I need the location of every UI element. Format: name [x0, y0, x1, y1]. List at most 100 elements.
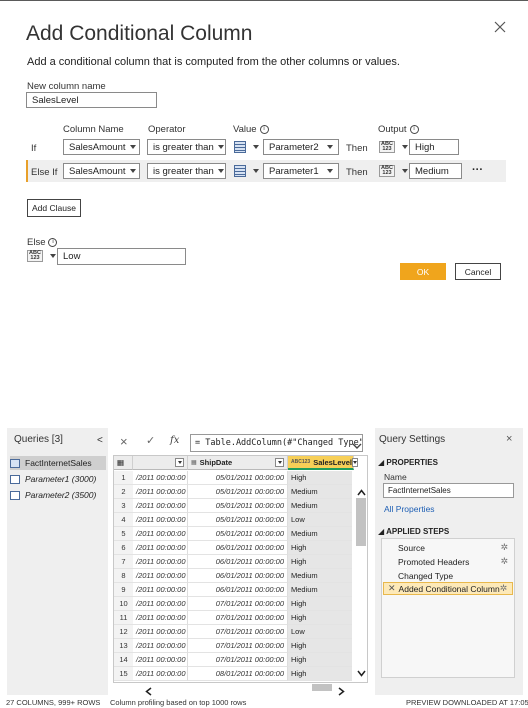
table-cell[interactable]: 06/01/2011 00:00:00 — [188, 555, 288, 569]
applied-step[interactable]: Source ✲ — [383, 541, 513, 554]
table-cell[interactable]: Medium — [288, 499, 352, 513]
clause-1-value-dropdown[interactable]: Parameter2 — [263, 139, 339, 155]
table-cell[interactable]: /2011 00:00:00 — [133, 639, 188, 653]
remove-step-icon[interactable]: ✕ — [388, 583, 396, 594]
table-cell[interactable]: 07/01/2011 00:00:00 — [188, 625, 288, 639]
table-cell[interactable]: /2011 00:00:00 — [133, 555, 188, 569]
clause-2-column-dropdown[interactable]: SalesAmount — [63, 163, 140, 179]
table-cell[interactable]: /2011 00:00:00 — [133, 667, 188, 681]
formula-input[interactable]: = Table.AddColumn(#"Changed Type", — [190, 434, 363, 452]
clause-1-output-input[interactable]: High — [409, 139, 459, 155]
column-header[interactable] — [133, 456, 188, 470]
grid-corner-menu-icon[interactable]: ▦ — [114, 456, 133, 470]
table-cell[interactable]: 07/01/2011 00:00:00 — [188, 639, 288, 653]
table-cell[interactable]: /2011 00:00:00 — [133, 527, 188, 541]
table-cell[interactable]: Medium — [288, 485, 352, 499]
else-output-input[interactable]: Low — [57, 248, 186, 265]
table-cell[interactable]: 05/01/2011 00:00:00 — [188, 471, 288, 485]
table-cell[interactable]: 07/01/2011 00:00:00 — [188, 597, 288, 611]
clause-2-output-type-dropdown[interactable]: ABC 123 — [379, 165, 408, 177]
table-cell[interactable]: 07/01/2011 00:00:00 — [188, 611, 288, 625]
table-cell[interactable]: 05/01/2011 00:00:00 — [188, 499, 288, 513]
table-row[interactable]: 4/2011 00:00:00 05/01/2011 00:00:00 Low — [114, 513, 367, 527]
table-cell[interactable]: /2011 00:00:00 — [133, 583, 188, 597]
table-cell[interactable]: /2011 00:00:00 — [133, 485, 188, 499]
table-row[interactable]: 2/2011 00:00:00 05/01/2011 00:00:00 Medium — [114, 485, 367, 499]
table-row[interactable]: 3/2011 00:00:00 05/01/2011 00:00:00 Medium — [114, 499, 367, 513]
clause-1-operator-dropdown[interactable]: is greater than — [147, 139, 226, 155]
filter-dropdown-icon[interactable] — [175, 458, 184, 467]
column-header[interactable]: ▦ ShipDate — [188, 456, 288, 470]
query-item[interactable]: Parameter1 (3000) — [10, 472, 106, 486]
ok-button[interactable]: OK — [400, 263, 446, 280]
properties-header[interactable]: ◢ PROPERTIES — [378, 458, 438, 467]
table-row[interactable]: 10/2011 00:00:00 07/01/2011 00:00:00 High — [114, 597, 367, 611]
status-profiling[interactable]: Column profiling based on top 1000 rows — [110, 698, 246, 707]
table-cell[interactable]: 07/01/2011 00:00:00 — [188, 653, 288, 667]
applied-step-selected[interactable]: ✕ Added Conditional Column ✲ — [383, 582, 513, 595]
table-cell[interactable]: /2011 00:00:00 — [133, 471, 188, 485]
table-cell[interactable]: High — [288, 611, 352, 625]
filter-dropdown-icon[interactable] — [275, 458, 284, 467]
table-row[interactable]: 14/2011 00:00:00 07/01/2011 00:00:00 High — [114, 653, 367, 667]
clause-2-operator-dropdown[interactable]: is greater than — [147, 163, 226, 179]
cancel-formula-icon[interactable]: × — [120, 434, 128, 449]
table-cell[interactable]: Medium — [288, 527, 352, 541]
table-row[interactable]: 7/2011 00:00:00 06/01/2011 00:00:00 High — [114, 555, 367, 569]
table-cell[interactable]: 08/01/2011 00:00:00 — [188, 667, 288, 681]
vertical-scrollbar-thumb[interactable] — [356, 498, 366, 546]
query-item[interactable]: FactInternetSales — [10, 456, 106, 470]
table-row[interactable]: 13/2011 00:00:00 07/01/2011 00:00:00 High — [114, 639, 367, 653]
table-cell[interactable]: High — [288, 555, 352, 569]
table-row[interactable]: 15/2011 00:00:00 08/01/2011 00:00:00 High — [114, 667, 367, 681]
table-cell[interactable]: /2011 00:00:00 — [133, 499, 188, 513]
column-header-selected[interactable]: ABC123 SalesLevel — [288, 456, 358, 470]
table-cell[interactable]: Medium — [288, 569, 352, 583]
table-cell[interactable]: /2011 00:00:00 — [133, 653, 188, 667]
table-cell[interactable]: 05/01/2011 00:00:00 — [188, 527, 288, 541]
table-cell[interactable]: /2011 00:00:00 — [133, 611, 188, 625]
table-cell[interactable]: High — [288, 597, 352, 611]
table-row[interactable]: 5/2011 00:00:00 05/01/2011 00:00:00 Medium — [114, 527, 367, 541]
applied-step[interactable]: Promoted Headers ✲ — [383, 555, 513, 568]
close-settings-icon[interactable]: × — [506, 433, 512, 445]
table-cell[interactable]: /2011 00:00:00 — [133, 513, 188, 527]
else-output-type-dropdown[interactable]: ABC 123 — [27, 250, 56, 262]
scroll-up-icon[interactable] — [357, 483, 366, 501]
table-row[interactable]: 9/2011 00:00:00 06/01/2011 00:00:00 Medium — [114, 583, 367, 597]
filter-dropdown-icon[interactable] — [351, 457, 358, 467]
new-column-name-input[interactable]: SalesLevel — [26, 92, 157, 108]
commit-formula-icon[interactable]: ✓ — [146, 434, 155, 447]
applied-step[interactable]: Changed Type — [383, 569, 513, 582]
expand-formula-icon[interactable] — [352, 437, 362, 455]
horizontal-scrollbar-thumb[interactable] — [312, 684, 332, 691]
table-cell[interactable]: High — [288, 471, 352, 485]
table-row[interactable]: 12/2011 00:00:00 07/01/2011 00:00:00 Low — [114, 625, 367, 639]
clause-1-output-type-dropdown[interactable]: ABC 123 — [379, 141, 408, 153]
clause-2-output-input[interactable]: Medium — [409, 163, 462, 179]
query-name-input[interactable]: FactInternetSales — [383, 483, 514, 498]
table-row[interactable]: 1/2011 00:00:00 05/01/2011 00:00:00 High — [114, 471, 367, 485]
cancel-button[interactable]: Cancel — [455, 263, 501, 280]
table-row[interactable]: 8/2011 00:00:00 06/01/2011 00:00:00 Medium — [114, 569, 367, 583]
table-cell[interactable]: /2011 00:00:00 — [133, 569, 188, 583]
table-cell[interactable]: High — [288, 541, 352, 555]
query-item[interactable]: Parameter2 (3500) — [10, 488, 106, 502]
scroll-down-icon[interactable] — [357, 664, 366, 682]
gear-icon[interactable]: ✲ — [500, 583, 508, 594]
clause-2-value-type-dropdown[interactable] — [234, 165, 259, 177]
table-row[interactable]: 11/2011 00:00:00 07/01/2011 00:00:00 High — [114, 611, 367, 625]
table-cell[interactable]: 06/01/2011 00:00:00 — [188, 583, 288, 597]
table-row[interactable]: 6/2011 00:00:00 06/01/2011 00:00:00 High — [114, 541, 367, 555]
add-clause-button[interactable]: Add Clause — [27, 199, 81, 217]
clause-1-column-dropdown[interactable]: SalesAmount — [63, 139, 140, 155]
table-cell[interactable]: /2011 00:00:00 — [133, 625, 188, 639]
gear-icon[interactable]: ✲ — [500, 542, 508, 553]
table-cell[interactable]: /2011 00:00:00 — [133, 541, 188, 555]
table-cell[interactable]: 06/01/2011 00:00:00 — [188, 569, 288, 583]
collapse-queries-icon[interactable]: < — [97, 435, 103, 446]
close-icon[interactable] — [493, 20, 507, 34]
applied-steps-header[interactable]: ◢ APPLIED STEPS — [378, 527, 449, 536]
table-cell[interactable]: 05/01/2011 00:00:00 — [188, 513, 288, 527]
table-cell[interactable]: Medium — [288, 583, 352, 597]
